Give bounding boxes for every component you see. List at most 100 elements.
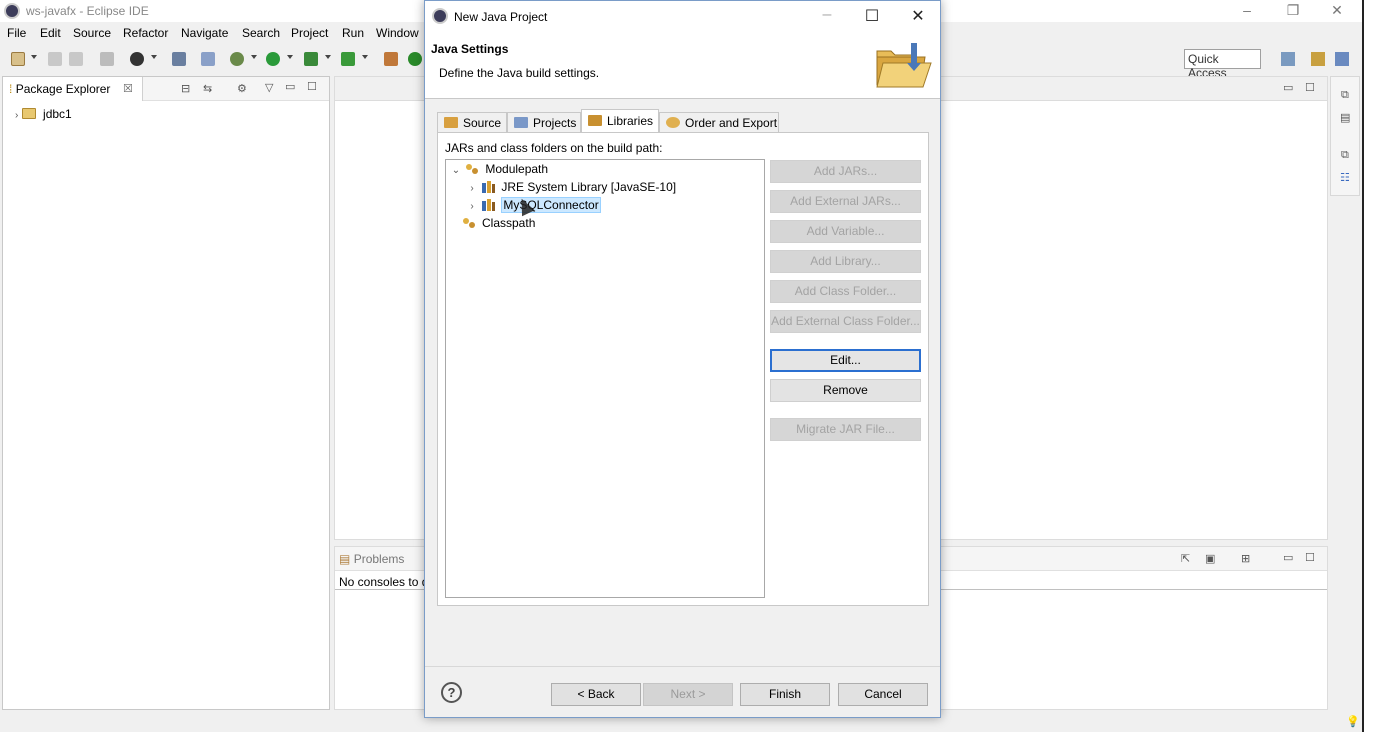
dialog-maximize-icon[interactable]: ☐ xyxy=(858,6,886,26)
new-dropdown-icon[interactable] xyxy=(31,55,37,59)
new-icon[interactable] xyxy=(11,52,25,66)
menubar: File Edit Source Refactor Navigate Searc… xyxy=(0,23,430,43)
settings-tabs: Source Projects Libraries Order and Expo… xyxy=(437,109,929,133)
package-explorer-tab[interactable]: ⁞ Package Explorer ☒ xyxy=(3,77,143,101)
editor-maximize-icon[interactable]: ☐ xyxy=(1305,81,1315,94)
skip-breakpoints-icon[interactable] xyxy=(201,52,215,66)
back-button[interactable]: < Back xyxy=(551,683,641,706)
add-variable-button[interactable]: Add Variable... xyxy=(770,220,921,243)
pin-console-icon[interactable]: ⇱ xyxy=(1181,552,1190,565)
debug-dropdown-icon[interactable] xyxy=(251,55,257,59)
expand-chevron-icon[interactable]: › xyxy=(15,110,18,121)
help-icon[interactable]: ? xyxy=(441,682,462,703)
task-list-icon[interactable]: ☷ xyxy=(1340,171,1350,184)
tab-projects[interactable]: Projects xyxy=(507,112,581,133)
cancel-button[interactable]: Cancel xyxy=(838,683,928,706)
tree-item-jre[interactable]: › JRE System Library [JavaSE-10] xyxy=(466,180,676,198)
open-perspective-icon[interactable] xyxy=(1281,52,1295,66)
menu-window[interactable]: Window xyxy=(376,26,419,40)
menu-file[interactable]: File xyxy=(7,26,26,40)
package-explorer-panel: ⁞ Package Explorer ☒ ⊟ ⇆ ⚙ ▽ ▭ ☐ › jdbc1 xyxy=(2,76,330,710)
finish-button[interactable]: Finish xyxy=(740,683,830,706)
package-explorer-tab-label: Package Explorer xyxy=(15,82,111,96)
dialog-title: New Java Project xyxy=(454,10,548,24)
view-menu-icon[interactable]: ▽ xyxy=(265,81,273,94)
collapse-chevron-icon[interactable]: ⌄ xyxy=(450,165,462,176)
tab-source[interactable]: Source xyxy=(437,112,507,133)
run-icon[interactable] xyxy=(266,52,280,66)
maximize-view-icon[interactable]: ☐ xyxy=(307,80,317,93)
tree-item-modulepath[interactable]: ⌄ Modulepath xyxy=(450,162,548,180)
menu-run[interactable]: Run xyxy=(342,26,364,40)
order-export-icon xyxy=(666,117,680,128)
external-tools-dropdown-icon[interactable] xyxy=(362,55,368,59)
external-tools-icon[interactable] xyxy=(341,52,355,66)
debug-icon[interactable] xyxy=(230,52,244,66)
library-icon xyxy=(482,181,496,193)
editor-minimize-icon[interactable]: ▭ xyxy=(1283,81,1293,94)
close-icon[interactable]: ✕ xyxy=(1322,2,1352,19)
new-class-icon[interactable] xyxy=(408,52,422,66)
menu-refactor[interactable]: Refactor xyxy=(123,26,168,40)
restore-view-icon-2[interactable]: ⧉ xyxy=(1341,149,1349,162)
add-external-class-folder-button[interactable]: Add External Class Folder... xyxy=(770,310,921,333)
save-icon[interactable] xyxy=(48,52,62,66)
libraries-icon xyxy=(588,115,602,126)
problems-tab[interactable]: ▤ Problems xyxy=(339,552,404,566)
menu-project[interactable]: Project xyxy=(291,26,328,40)
restore-view-icon[interactable]: ⧉ xyxy=(1341,89,1349,102)
java-perspective-icon[interactable] xyxy=(1335,52,1349,66)
minimize-icon[interactable]: – xyxy=(1232,2,1262,18)
add-external-jars-button[interactable]: Add External JARs... xyxy=(770,190,921,213)
tree-label-modulepath: Modulepath xyxy=(485,162,549,176)
console-icon[interactable] xyxy=(172,52,186,66)
build-path-tree[interactable]: ⌄ Modulepath › JRE System Library [JavaS… xyxy=(445,159,765,598)
tab-projects-label: Projects xyxy=(533,116,577,130)
remove-button[interactable]: Remove xyxy=(770,379,921,402)
menu-navigate[interactable]: Navigate xyxy=(181,26,228,40)
header-title: Java Settings xyxy=(431,42,509,56)
menu-edit[interactable]: Edit xyxy=(40,26,61,40)
console-minimize-icon[interactable]: ▭ xyxy=(1283,551,1293,564)
dialog-minimize-icon[interactable]: – xyxy=(813,6,841,24)
build-path-label: JARs and class folders on the build path… xyxy=(445,141,663,155)
debug-target-icon[interactable] xyxy=(130,52,144,66)
terminal-icon[interactable] xyxy=(100,52,114,66)
tab-close-icon[interactable]: ☒ xyxy=(123,82,133,95)
migrate-jar-button[interactable]: Migrate JAR File... xyxy=(770,418,921,441)
collapse-all-icon[interactable]: ⊟ xyxy=(181,82,190,95)
edit-button[interactable]: Edit... xyxy=(770,349,921,372)
java-ee-perspective-icon[interactable] xyxy=(1311,52,1325,66)
save-all-icon[interactable] xyxy=(69,52,83,66)
dialog-close-icon[interactable]: ✕ xyxy=(904,6,932,26)
dialog-footer: ? < Back Next > Finish Cancel xyxy=(425,666,940,717)
new-package-icon[interactable] xyxy=(384,52,398,66)
run-dropdown-icon[interactable] xyxy=(287,55,293,59)
next-button[interactable]: Next > xyxy=(643,683,733,706)
coverage-icon[interactable] xyxy=(304,52,318,66)
expand-chevron-icon[interactable]: › xyxy=(466,201,478,212)
add-class-folder-button[interactable]: Add Class Folder... xyxy=(770,280,921,303)
console-maximize-icon[interactable]: ☐ xyxy=(1305,551,1315,564)
filter-icon[interactable]: ⚙ xyxy=(237,82,247,95)
tree-item-classpath[interactable]: Classpath xyxy=(462,216,535,234)
coverage-dropdown-icon[interactable] xyxy=(325,55,331,59)
expand-chevron-icon[interactable]: › xyxy=(466,183,478,194)
tab-order-and-export[interactable]: Order and Export xyxy=(659,112,779,133)
menu-source[interactable]: Source xyxy=(73,26,111,40)
tab-libraries[interactable]: Libraries xyxy=(581,109,659,133)
display-console-icon[interactable]: ▣ xyxy=(1205,552,1215,565)
debug-target-dropdown-icon[interactable] xyxy=(151,55,157,59)
add-jars-button[interactable]: Add JARs... xyxy=(770,160,921,183)
tab-libraries-label: Libraries xyxy=(607,114,654,128)
open-console-icon[interactable]: ⊞ xyxy=(1241,552,1250,565)
minimize-view-icon[interactable]: ▭ xyxy=(285,80,295,93)
menu-search[interactable]: Search xyxy=(242,26,280,40)
project-item-jdbc1[interactable]: › jdbc1 xyxy=(15,107,72,121)
outline-icon[interactable]: ▤ xyxy=(1340,111,1350,124)
tip-icon[interactable]: 💡 xyxy=(1346,715,1360,728)
link-editor-icon[interactable]: ⇆ xyxy=(203,82,212,95)
restore-icon[interactable]: ❐ xyxy=(1278,2,1308,19)
add-library-button[interactable]: Add Library... xyxy=(770,250,921,273)
quick-access-field[interactable]: Quick Access xyxy=(1184,49,1261,80)
